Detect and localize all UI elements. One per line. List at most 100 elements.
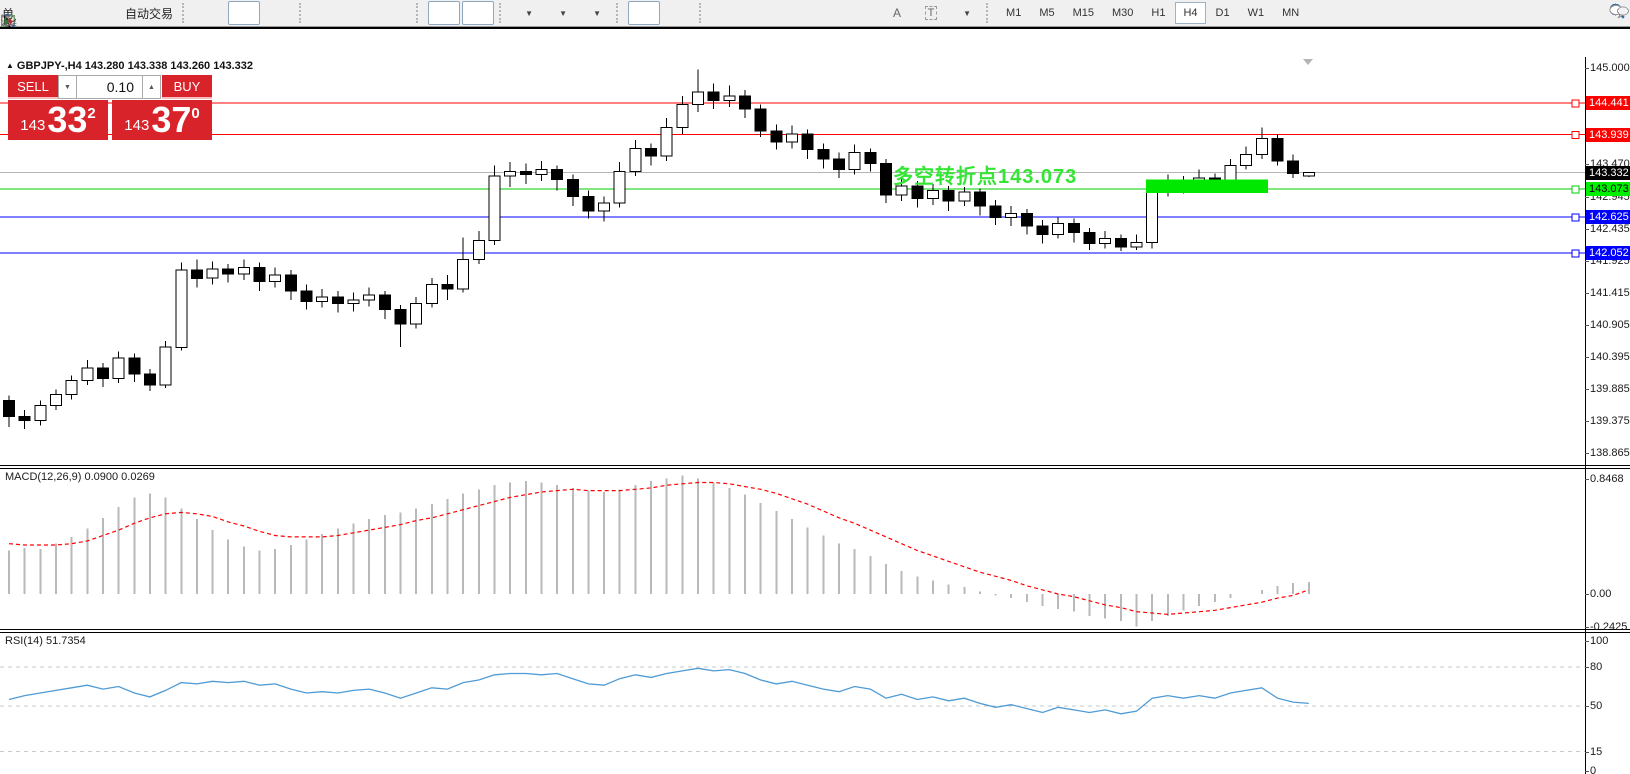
price-tick: [1585, 68, 1589, 69]
rsi-label: RSI(14) 51.7354: [5, 635, 86, 647]
bar-chart-button[interactable]: [194, 1, 226, 25]
toolbar-grip: [299, 3, 306, 23]
toolbar: 单 自动交易 ▼ ▼ ▼ E F A T ▼ M1: [0, 0, 1630, 27]
sell-button[interactable]: SELL: [8, 75, 58, 99]
rsi-tick-label: 100: [1590, 635, 1608, 647]
rsi-tick: [1585, 667, 1589, 668]
panel-separator[interactable]: [0, 629, 1630, 633]
price-tick: [1585, 325, 1589, 326]
periods-button[interactable]: ▼: [545, 1, 577, 25]
zoom-out-button[interactable]: [345, 1, 377, 25]
crosshair-button[interactable]: [662, 1, 694, 25]
price-tick: [1585, 229, 1589, 230]
tab-timeframe-m30[interactable]: M30: [1104, 2, 1141, 24]
buy-button[interactable]: BUY: [162, 75, 212, 99]
chevron-down-icon: ▼: [593, 9, 601, 18]
toolbar-grip: [986, 3, 993, 23]
tab-timeframe-mn[interactable]: MN: [1274, 2, 1307, 24]
volume-input[interactable]: 0.10: [77, 75, 142, 99]
toolbar-grip: [699, 3, 706, 23]
tab-timeframe-d1[interactable]: D1: [1208, 2, 1238, 24]
tab-timeframe-m5[interactable]: M5: [1031, 2, 1062, 24]
price-line-label: 143.332: [1586, 166, 1630, 180]
fibonacci-button[interactable]: F: [847, 1, 879, 25]
sell-price-sup: 2: [87, 105, 95, 122]
macd-plot[interactable]: [0, 469, 1586, 629]
price-line-label: 144.441: [1586, 96, 1630, 110]
chart-shift-marker[interactable]: [1303, 59, 1313, 65]
text-label-button[interactable]: T: [915, 1, 947, 25]
price-tick: [1585, 421, 1589, 422]
tab-timeframe-w1[interactable]: W1: [1240, 2, 1273, 24]
tab-timeframe-h4[interactable]: H4: [1175, 2, 1205, 24]
price-line-label: 143.073: [1586, 182, 1630, 196]
price-tick: [1585, 197, 1589, 198]
panel-separator[interactable]: [0, 465, 1630, 469]
new-order-button[interactable]: [16, 1, 48, 25]
sell-price-big: 33: [47, 103, 87, 137]
macd-label: MACD(12,26,9) 0.0900 0.0269: [5, 471, 155, 483]
chart-window: ▲GBPJPY-,H4 143.280 143.338 143.260 143.…: [0, 27, 1630, 774]
volume-increase-button[interactable]: ▲: [142, 75, 161, 99]
buy-price-button[interactable]: 143 37 0: [112, 100, 212, 140]
collapse-triangle-icon[interactable]: ▲: [6, 61, 14, 70]
price-tick: [1585, 453, 1589, 454]
volume-decrease-button[interactable]: ▼: [58, 75, 77, 99]
sell-price-button[interactable]: 143 33 2: [8, 100, 108, 140]
rsi-tick: [1585, 771, 1589, 772]
autotrading-label: 自动交易: [125, 5, 173, 22]
pivot-annotation-text: 多空转折点143.073: [893, 160, 1077, 189]
price-line-label: 143.939: [1586, 128, 1630, 142]
price-tick: [1585, 389, 1589, 390]
tile-windows-button[interactable]: [379, 1, 411, 25]
vertical-line-button[interactable]: [711, 1, 743, 25]
text-icon: A: [893, 6, 901, 20]
strategy-tester-button[interactable]: [84, 1, 116, 25]
rsi-tick-label: 0: [1590, 765, 1596, 774]
rsi-tick: [1585, 752, 1589, 753]
tab-timeframe-h1[interactable]: H1: [1143, 2, 1173, 24]
chevron-down-icon: ▼: [559, 9, 567, 18]
toolbar-grip: [416, 3, 423, 23]
text-button[interactable]: A: [881, 1, 913, 25]
price-tick: [1585, 293, 1589, 294]
macd-tick-label: 0.8468: [1590, 473, 1624, 485]
price-chart-plot[interactable]: [0, 57, 1586, 465]
autotrading-button[interactable]: 自动交易: [118, 1, 177, 25]
macd-tick-label: -0.2425: [1590, 621, 1627, 633]
zoom-in-button[interactable]: [311, 1, 343, 25]
toolbar-grip: [499, 3, 506, 23]
chevron-down-icon: ▼: [963, 9, 971, 18]
price-tick: [1585, 261, 1589, 262]
horizontal-line-button[interactable]: [745, 1, 777, 25]
trendline-button[interactable]: [779, 1, 811, 25]
toolbar-grip: [182, 3, 189, 23]
chevron-down-icon: ▼: [525, 9, 533, 18]
buy-price-sup: 0: [191, 105, 199, 122]
price-tick-label: 142.435: [1590, 223, 1630, 235]
chart-shift-button[interactable]: [428, 1, 460, 25]
tab-timeframe-m15[interactable]: M15: [1065, 2, 1102, 24]
macd-tick: [1585, 594, 1589, 595]
price-tick: [1585, 357, 1589, 358]
new-chart-button[interactable]: ▼: [511, 1, 543, 25]
candlestick-chart-button[interactable]: [228, 1, 260, 25]
tab-timeframe-m1[interactable]: M1: [998, 2, 1029, 24]
symbol-ohlc-text: GBPJPY-,H4 143.280 143.338 143.260 143.3…: [17, 60, 253, 72]
terminal-button[interactable]: [50, 1, 82, 25]
auto-scroll-button[interactable]: [462, 1, 494, 25]
price-tick: [1585, 164, 1589, 165]
trade-panel-price-row: 143 33 2 143 37 0: [8, 100, 213, 140]
arrows-button[interactable]: ▼: [949, 1, 981, 25]
templates-button[interactable]: ▼: [579, 1, 611, 25]
line-chart-button[interactable]: [262, 1, 294, 25]
price-tick-label: 145.000: [1590, 62, 1630, 74]
cursor-button[interactable]: [628, 1, 660, 25]
macd-tick: [1585, 627, 1589, 628]
toolbar-grip: [616, 3, 623, 23]
rsi-plot[interactable]: [0, 633, 1586, 774]
equidistant-channel-button[interactable]: E: [813, 1, 845, 25]
hline-handle: [1572, 250, 1579, 257]
price-tick-label: 139.375: [1590, 415, 1630, 427]
rsi-line: [9, 668, 1309, 714]
